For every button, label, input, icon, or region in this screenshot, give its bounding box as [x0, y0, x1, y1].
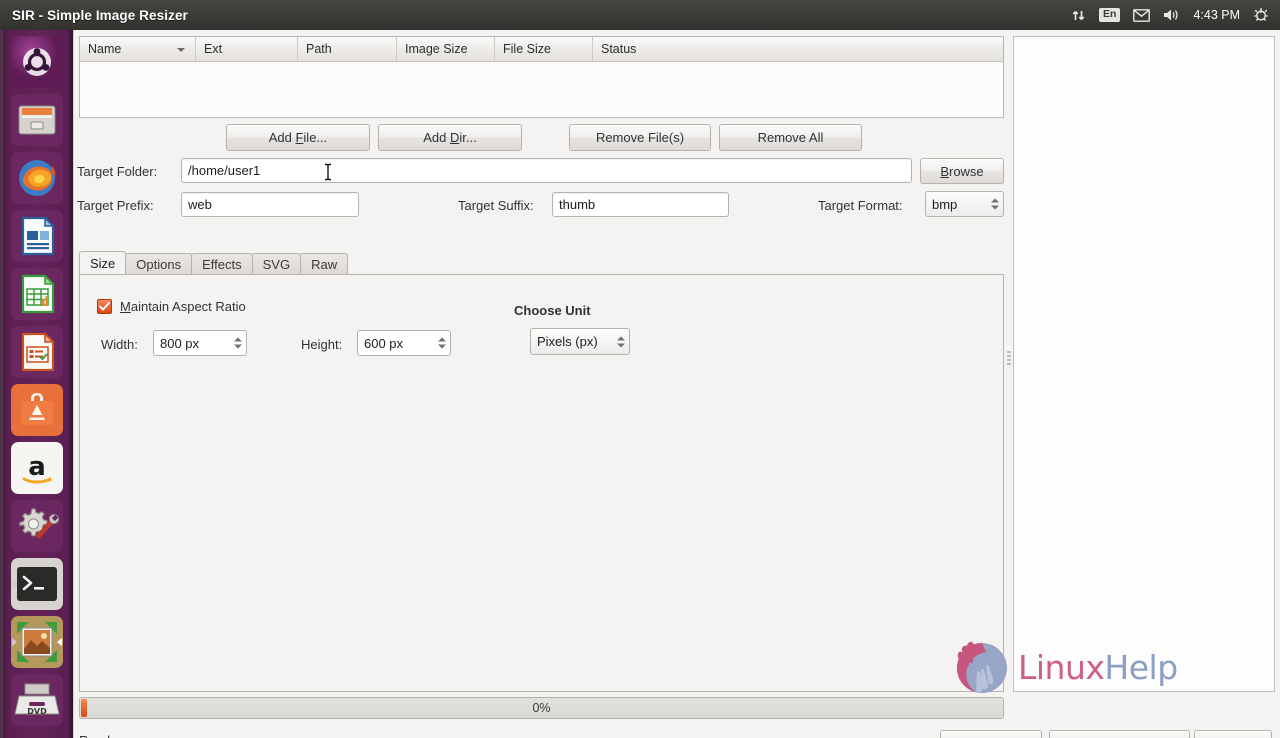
column-header-path[interactable]: Path — [298, 37, 397, 61]
column-header-name[interactable]: Name — [80, 37, 196, 61]
launcher-item-ubuntu-software-center[interactable] — [10, 384, 63, 436]
keyboard-layout-icon[interactable]: En — [1099, 7, 1121, 23]
width-stepper-icon[interactable] — [234, 337, 242, 349]
file-actions-toolbar: Add File... Add Dir... Remove File(s) Re… — [79, 124, 1004, 154]
unit-select[interactable]: Pixels (px) — [530, 328, 630, 355]
quit-button[interactable]: Quit — [1194, 730, 1272, 738]
splitter-grip-icon — [1007, 350, 1011, 367]
top-panel: SIR - Simple Image Resizer En 4:43 PM — [0, 0, 1280, 30]
target-format-spinner-icon[interactable] — [991, 198, 999, 210]
panel-splitter[interactable] — [1006, 36, 1012, 692]
launcher-item-libreoffice-calc[interactable] — [10, 268, 63, 320]
svg-text:a: a — [28, 452, 46, 482]
tab-effects[interactable]: Effects — [191, 253, 253, 274]
svg-text:DVD: DVD — [27, 707, 47, 716]
target-format-select[interactable]: bmp — [925, 191, 1004, 217]
session-power-icon[interactable] — [1253, 7, 1269, 23]
column-header-ext[interactable]: Ext — [196, 37, 298, 61]
target-folder-input[interactable]: /home/user1 — [181, 158, 912, 183]
progress-fill — [81, 699, 87, 717]
width-label: Width: — [101, 337, 138, 352]
column-header-status[interactable]: Status — [593, 37, 1003, 61]
maintain-aspect-ratio-checkbox[interactable] — [97, 299, 112, 314]
maintain-aspect-ratio-label: Maintain Aspect Ratio — [120, 299, 246, 314]
window-title: SIR - Simple Image Resizer — [12, 7, 188, 23]
launcher-item-libreoffice-writer[interactable] — [10, 210, 63, 262]
tab-options[interactable]: Options — [125, 253, 193, 274]
conversion-progress-bar: 0% — [79, 697, 1004, 719]
settings-tabbar: Size Options Effects SVG Raw — [79, 251, 1004, 274]
height-stepper-icon[interactable] — [438, 337, 446, 349]
target-suffix-input[interactable]: thumb — [552, 192, 729, 217]
launcher-item-libreoffice-impress[interactable] — [10, 326, 63, 378]
launcher-item-firefox[interactable] — [10, 152, 63, 204]
maintain-aspect-ratio-row[interactable]: Maintain Aspect Ratio — [97, 299, 246, 314]
target-format-label: Target Format: — [818, 198, 903, 213]
target-folder-label: Target Folder: — [77, 164, 158, 179]
sir-focused-indicator — [56, 638, 62, 646]
launcher-item-dvd-drive[interactable]: DVD — [10, 674, 63, 726]
launcher-item-sir-image-resizer[interactable] — [10, 616, 63, 668]
height-label: Height: — [301, 337, 343, 352]
sort-descending-icon — [177, 48, 185, 52]
unit-spinner-icon[interactable] — [617, 336, 625, 347]
volume-icon[interactable] — [1163, 8, 1180, 22]
tab-raw[interactable]: Raw — [300, 253, 349, 274]
unity-launcher: a DVD — [0, 30, 73, 738]
table-body-empty[interactable] — [80, 62, 1003, 117]
tab-svg[interactable]: SVG — [251, 253, 302, 274]
target-suffix-label: Target Suffix: — [458, 198, 534, 213]
launcher-item-amazon[interactable]: a — [10, 442, 63, 494]
progress-label: 0% — [532, 701, 551, 715]
file-list-table[interactable]: Name Ext Path Image Size File Size Statu… — [79, 36, 1004, 118]
image-preview-pane[interactable] — [1013, 36, 1275, 692]
tab-size[interactable]: Size — [79, 251, 127, 274]
launcher-item-ubuntu-dash[interactable] — [10, 36, 63, 88]
terminal-running-indicator — [11, 580, 17, 588]
target-prefix-input[interactable]: web — [181, 192, 359, 217]
choose-unit-label: Choose Unit — [514, 303, 591, 318]
convert-selected-button[interactable]: Convert Selected — [1049, 730, 1190, 738]
remove-all-button[interactable]: Remove All — [719, 124, 862, 151]
launcher-item-files[interactable] — [10, 94, 63, 146]
add-file-button[interactable]: Add File... — [226, 124, 370, 151]
mail-icon[interactable] — [1133, 8, 1151, 22]
width-input[interactable]: 800 px — [153, 330, 247, 356]
size-tab-panel: Maintain Aspect Ratio Width: 800 px Heig… — [79, 274, 1004, 692]
table-header-row: Name Ext Path Image Size File Size Statu… — [80, 37, 1003, 62]
launcher-item-system-settings[interactable] — [10, 500, 63, 552]
remove-files-button[interactable]: Remove File(s) — [569, 124, 711, 151]
application-window: Name Ext Path Image Size File Size Statu… — [73, 30, 1280, 738]
launcher-item-terminal[interactable] — [10, 558, 63, 610]
clock[interactable]: 4:43 PM — [1193, 8, 1240, 22]
height-input[interactable]: 600 px — [357, 330, 451, 356]
convert-all-button[interactable]: Convert All — [940, 730, 1042, 738]
sir-running-indicator — [11, 638, 17, 646]
column-header-image-size[interactable]: Image Size — [397, 37, 495, 61]
column-header-file-size[interactable]: File Size — [495, 37, 593, 61]
network-updown-icon[interactable] — [1071, 8, 1086, 23]
system-tray: En 4:43 PM — [1071, 7, 1280, 23]
status-text: Ready — [79, 733, 117, 738]
browse-button[interactable]: Browse — [920, 158, 1004, 184]
target-prefix-label: Target Prefix: — [77, 198, 154, 213]
add-dir-button[interactable]: Add Dir... — [378, 124, 522, 151]
